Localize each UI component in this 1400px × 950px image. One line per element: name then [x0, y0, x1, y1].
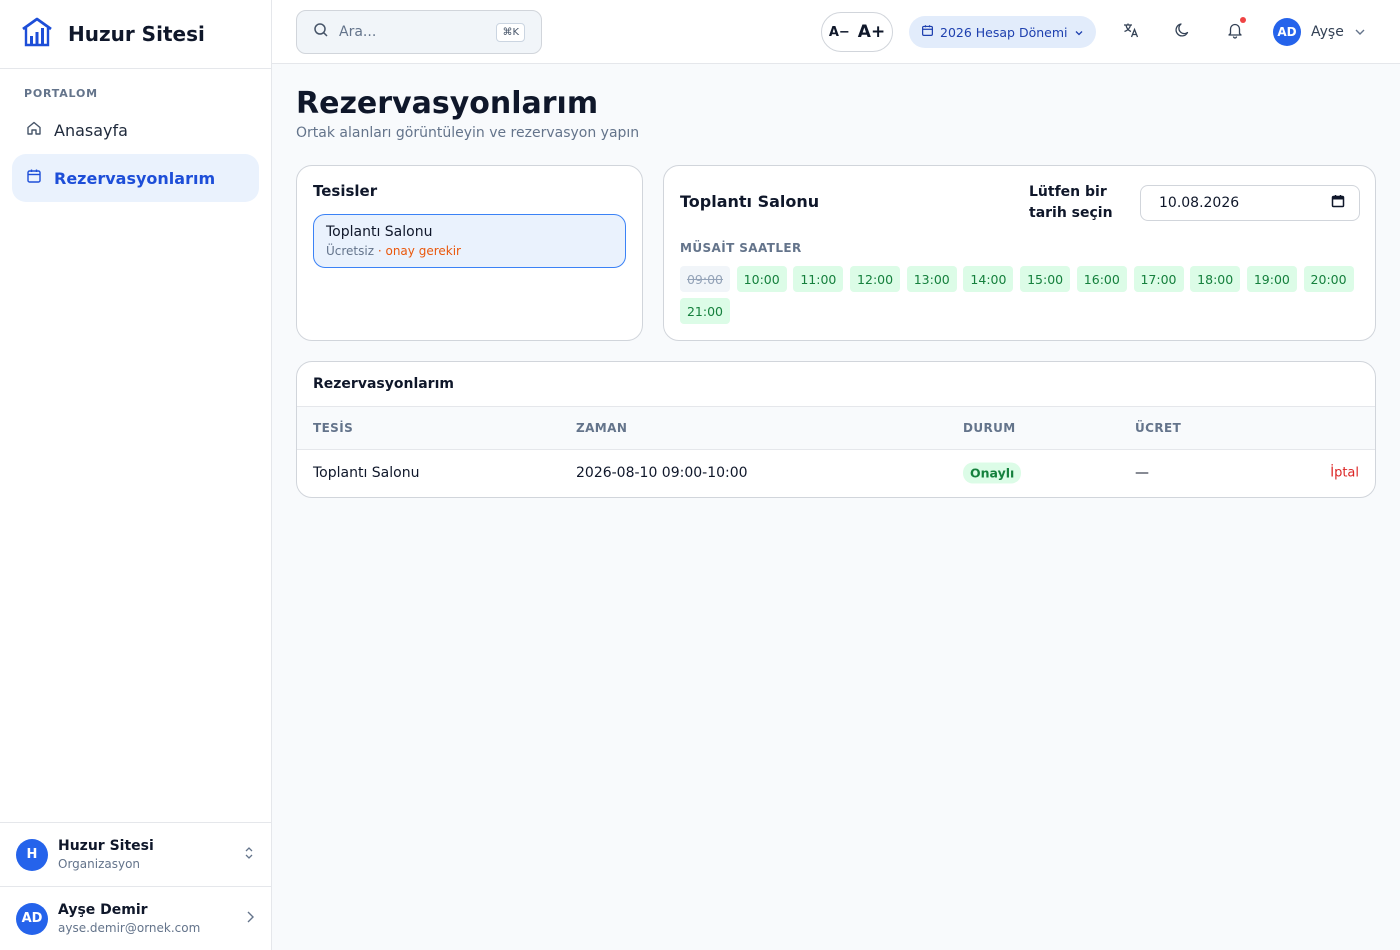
column-header-facility: TESİS	[313, 421, 354, 435]
calendar-icon[interactable]	[1331, 194, 1345, 212]
time-slots: 09:00 10:00 11:00 12:00 13:00 14:00 15:00 16:00…	[680, 266, 1370, 324]
brand-title: Huzur Sitesi	[68, 22, 205, 46]
facility-name: Toplantı Salonu	[326, 224, 433, 240]
time-slot[interactable]: 12:00	[850, 266, 901, 292]
facility-detail-title: Toplantı Salonu	[680, 192, 820, 211]
nav-section-label: PORTALOM	[24, 87, 98, 100]
sidebar-item-reservations[interactable]: Rezervasyonlarım	[12, 154, 259, 202]
logo-icon	[20, 16, 54, 52]
reservation-fee: —	[1135, 465, 1149, 481]
column-header-status: DURUM	[963, 421, 1016, 435]
facility-detail-panel: Toplantı Salonu Lütfen bir tarih seçin 1…	[663, 165, 1376, 341]
sidebar-item-label: Rezervasyonlarım	[54, 168, 216, 188]
page-title: Rezervasyonlarım	[296, 86, 599, 121]
font-decrease-button[interactable]: A−	[829, 25, 850, 40]
org-name: Huzur Sitesi	[58, 838, 154, 854]
time-slot[interactable]: 13:00	[906, 266, 957, 292]
chevron-down-icon	[1354, 24, 1366, 40]
main-content: Rezervasyonlarım Ortak alanları görüntül…	[296, 64, 1376, 498]
sidebar-nav: PORTALOM Anasayfa Rezervasyonlarım	[0, 69, 271, 218]
time-slot[interactable]: 15:00	[1020, 266, 1071, 292]
org-switcher[interactable]: H Huzur Sitesi Organizasyon	[0, 822, 271, 886]
table-header: TESİS ZAMAN DURUM ÜCRET	[297, 407, 1375, 450]
period-label: 2026 Hesap Dönemi	[940, 24, 1068, 40]
org-type: Organizasyon	[58, 857, 141, 871]
reservations-title: Rezervasyonlarım	[297, 362, 1375, 407]
time-slot[interactable]: 10:00	[736, 266, 787, 292]
sidebar-item-home[interactable]: Anasayfa	[12, 106, 259, 154]
moon-icon	[1174, 21, 1192, 43]
facility-price: Ücretsiz	[326, 244, 375, 258]
calendar-icon	[26, 168, 42, 188]
bell-icon	[1226, 21, 1244, 43]
time-slot[interactable]: 11:00	[793, 266, 844, 292]
period-selector[interactable]: 2026 Hesap Dönemi	[909, 16, 1096, 48]
date-label: Lütfen bir tarih seçin	[1029, 184, 1113, 221]
calendar-icon	[921, 24, 934, 40]
sidebar: Huzur Sitesi PORTALOM Anasayfa Rezervasy…	[0, 0, 272, 950]
table-row: Toplantı Salonu 2026-08-10 09:00-10:00 O…	[297, 450, 1375, 496]
sidebar-footer: H Huzur Sitesi Organizasyon AD Ayşe Demi…	[0, 822, 271, 950]
cancel-reservation-button[interactable]: İptal	[1330, 466, 1359, 481]
facilities-title: Tesisler	[313, 182, 378, 200]
reservations-table: Rezervasyonlarım TESİS ZAMAN DURUM ÜCRET…	[296, 361, 1376, 498]
chevron-down-icon	[1074, 25, 1084, 40]
language-button[interactable]	[1119, 20, 1143, 44]
translate-icon	[1122, 21, 1140, 43]
top-bar: Ara... ⌘K A− A+ 2026 Hesap Dönemi AD Ayş…	[272, 0, 1400, 64]
user-menu[interactable]: AD Ayşe	[1273, 18, 1366, 46]
time-slot: 09:00	[680, 266, 730, 292]
font-increase-button[interactable]: A+	[858, 22, 885, 42]
time-slot[interactable]: 17:00	[1133, 266, 1184, 292]
user-name: Ayşe Demir	[58, 902, 148, 918]
home-icon	[26, 120, 42, 140]
chevron-up-down-icon	[243, 845, 255, 864]
chevron-right-icon	[245, 909, 255, 928]
user-avatar: AD	[1273, 18, 1301, 46]
column-header-fee: ÜCRET	[1135, 421, 1182, 435]
time-slot[interactable]: 21:00	[680, 298, 730, 324]
search-shortcut: ⌘K	[496, 22, 525, 42]
theme-toggle-button[interactable]	[1171, 20, 1195, 44]
user-email: ayse.demir@ornek.com	[58, 921, 201, 935]
time-slot[interactable]: 20:00	[1303, 266, 1354, 292]
user-profile[interactable]: AD Ayşe Demir ayse.demir@ornek.com	[0, 886, 271, 950]
status-badge: Onaylı	[963, 462, 1022, 484]
column-header-time: ZAMAN	[576, 421, 628, 435]
notifications-button[interactable]	[1223, 17, 1247, 44]
user-avatar: AD	[16, 902, 48, 935]
time-slot[interactable]: 18:00	[1190, 266, 1241, 292]
search-input[interactable]: Ara... ⌘K	[296, 10, 542, 54]
reservation-facility: Toplantı Salonu	[313, 465, 420, 481]
facilities-panel: Tesisler Toplantı Salonu Ücretsiz · onay…	[296, 165, 643, 341]
time-slot[interactable]: 16:00	[1076, 266, 1127, 292]
org-avatar: H	[16, 838, 48, 871]
facility-approval-note: · onay gerekir	[377, 244, 461, 258]
notification-dot	[1240, 17, 1246, 23]
sidebar-item-label: Anasayfa	[54, 120, 128, 140]
brand[interactable]: Huzur Sitesi	[0, 0, 271, 69]
date-picker-input[interactable]: 10.08.2026	[1140, 185, 1360, 221]
reservation-time: 2026-08-10 09:00-10:00	[576, 465, 748, 481]
available-slots-label: MÜSAİT SAATLER	[680, 241, 802, 255]
time-slot[interactable]: 14:00	[963, 266, 1014, 292]
date-value: 10.08.2026	[1159, 195, 1240, 211]
font-size-control: A− A+	[821, 12, 893, 52]
facility-item[interactable]: Toplantı Salonu Ücretsiz · onay gerekir	[313, 214, 626, 268]
time-slot[interactable]: 19:00	[1246, 266, 1297, 292]
user-menu-name: Ayşe	[1311, 24, 1344, 40]
page-subtitle: Ortak alanları görüntüleyin ve rezervasy…	[296, 125, 640, 141]
search-placeholder: Ara...	[339, 24, 377, 40]
search-icon	[313, 22, 329, 42]
